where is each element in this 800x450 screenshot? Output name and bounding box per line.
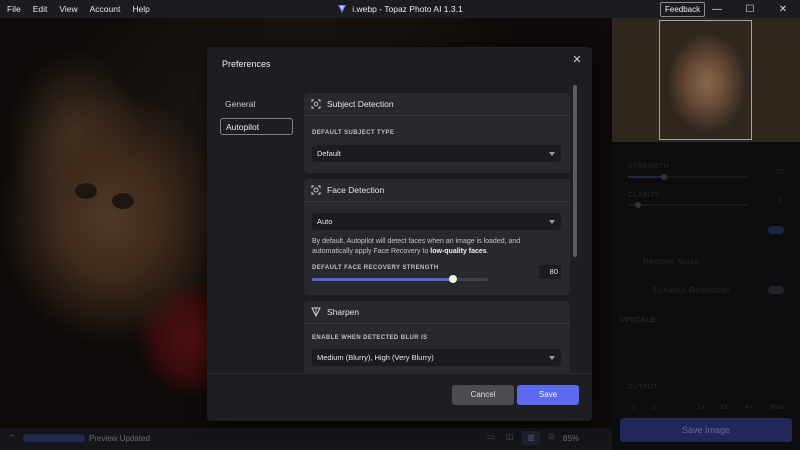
save-button[interactable]: Save (517, 385, 579, 405)
face-recovery-strength-value[interactable]: 80 (539, 265, 561, 279)
slider-fill (312, 278, 453, 281)
section-header: Subject Detection (304, 93, 570, 116)
menu-account[interactable]: Account (90, 4, 121, 14)
preferences-dialog: Preferences ✕ General Autopilot Subject … (207, 47, 592, 421)
face-detection-section: Face Detection Auto By default, Autopilo… (304, 179, 570, 295)
topaz-logo-icon (338, 5, 347, 13)
menu-bar: File Edit View Account Help (0, 4, 150, 14)
face-recovery-strength-label: DEFAULT FACE RECOVERY STRENGTH (312, 265, 439, 271)
chevron-down-icon (549, 220, 555, 224)
content-scrollbar[interactable] (573, 85, 577, 257)
blur-detect-select[interactable]: Medium (Blurry), High (Very Blurry) (312, 349, 561, 366)
section-header: Face Detection (304, 179, 570, 202)
cancel-button[interactable]: Cancel (452, 385, 514, 405)
minimize-button[interactable]: — (700, 0, 734, 18)
menu-file[interactable]: File (7, 4, 21, 14)
sharpen-icon (311, 307, 321, 317)
section-title: Subject Detection (327, 99, 394, 109)
nav-item-general[interactable]: General (220, 96, 293, 113)
face-detection-value: Auto (317, 217, 333, 226)
title-bar: File Edit View Account Help i.webp - Top… (0, 0, 800, 18)
description-bold-text: low-quality faces (430, 248, 487, 255)
blur-detect-label: ENABLE WHEN DETECTED BLUR IS (312, 335, 428, 341)
section-title: Face Detection (327, 185, 385, 195)
slider-knob[interactable] (448, 275, 457, 283)
subject-type-value: Default (317, 149, 341, 158)
default-subject-type-label: DEFAULT SUBJECT TYPE (312, 130, 395, 136)
description-end: . (486, 248, 489, 255)
sharpen-section: Sharpen ENABLE WHEN DETECTED BLUR IS Med… (304, 301, 570, 373)
menu-help[interactable]: Help (132, 4, 149, 14)
subject-detect-icon (311, 99, 321, 109)
face-detection-description: By default, Autopilot will detect faces … (312, 237, 552, 257)
subject-detection-section: Subject Detection DEFAULT SUBJECT TYPE D… (304, 93, 570, 173)
section-header: Sharpen (304, 301, 570, 324)
subject-type-select[interactable]: Default (312, 145, 561, 162)
close-icon[interactable]: ✕ (570, 53, 584, 67)
window-title: i.webp - Topaz Photo AI 1.3.1 (352, 4, 463, 14)
dialog-title: Preferences (222, 59, 271, 69)
close-window-button[interactable]: ✕ (766, 0, 800, 18)
feedback-button[interactable]: Feedback (660, 2, 706, 17)
settings-content[interactable]: Subject Detection DEFAULT SUBJECT TYPE D… (304, 91, 570, 373)
face-detection-select[interactable]: Auto (312, 213, 561, 230)
maximize-button[interactable]: ☐ (733, 0, 767, 18)
menu-view[interactable]: View (59, 4, 77, 14)
chevron-down-icon (549, 152, 555, 156)
section-title: Sharpen (327, 307, 360, 317)
menu-edit[interactable]: Edit (33, 4, 48, 14)
face-detect-icon (311, 185, 321, 195)
blur-detect-value: Medium (Blurry), High (Very Blurry) (317, 353, 434, 362)
nav-item-autopilot[interactable]: Autopilot (220, 118, 293, 135)
face-recovery-strength-slider[interactable] (312, 275, 488, 283)
chevron-down-icon (549, 356, 555, 360)
description-text: By default, Autopilot will detect faces … (312, 238, 521, 255)
